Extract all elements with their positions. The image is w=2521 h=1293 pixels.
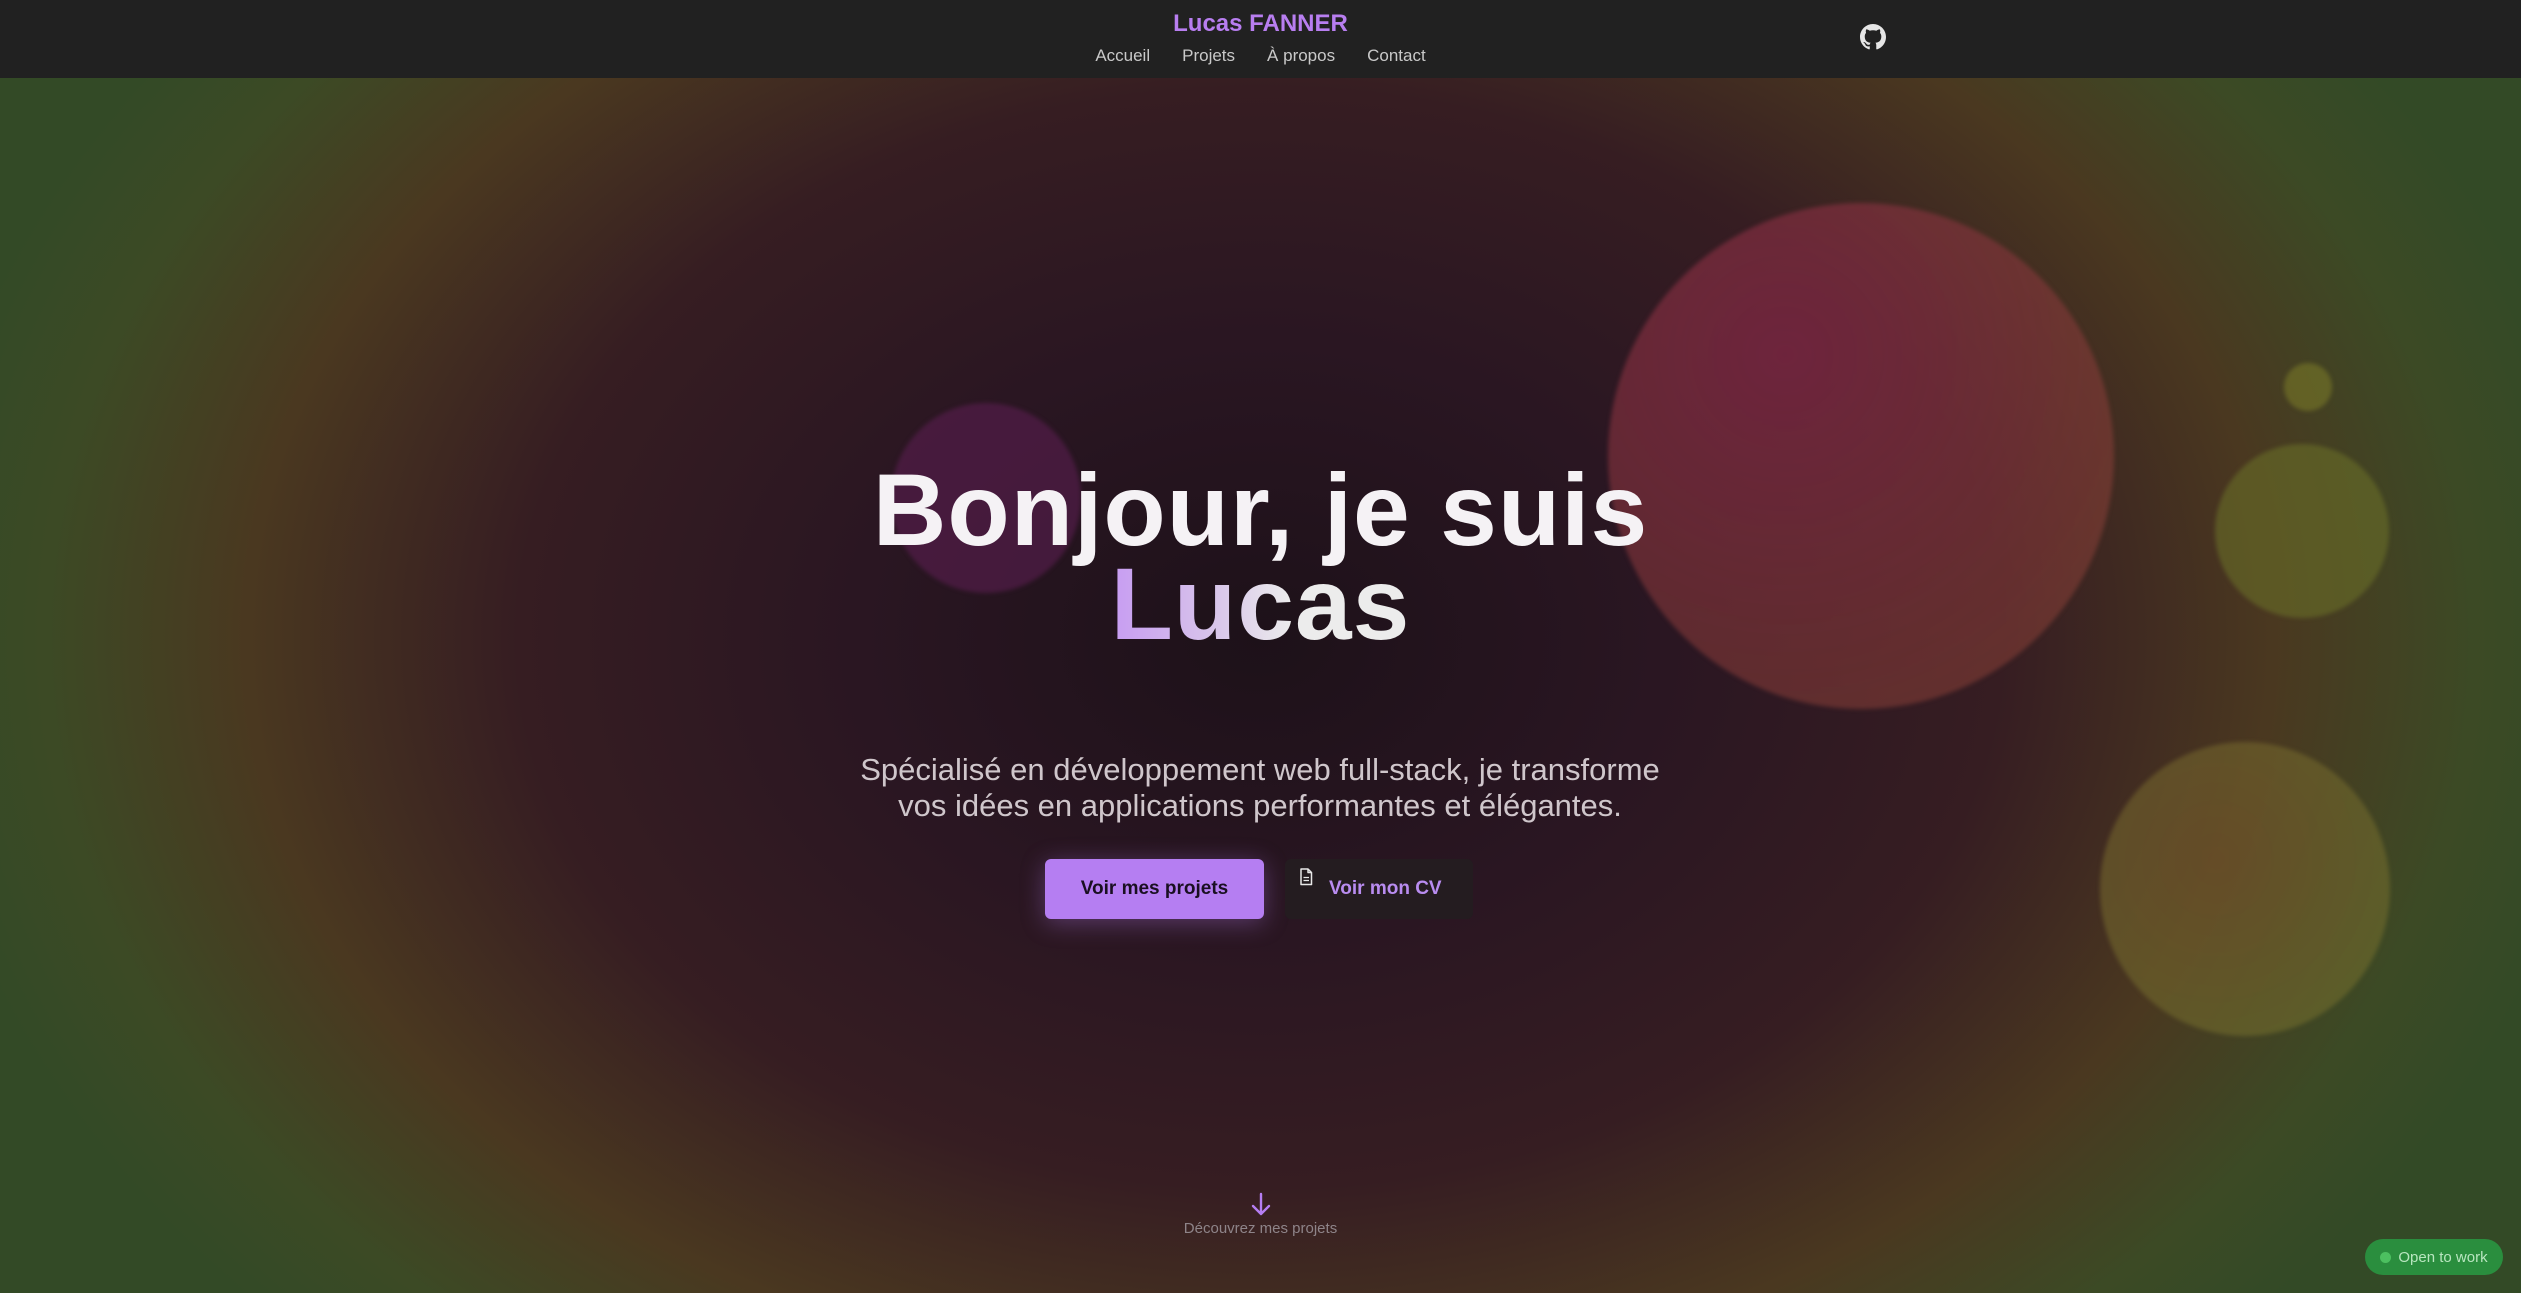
main-nav: Accueil Projets À propos Contact (0, 44, 2521, 68)
nav-link-accueil[interactable]: Accueil (1095, 44, 1150, 68)
view-cv-button[interactable]: Voir mon CV (1285, 859, 1473, 919)
hero-title: Bonjour, je suis Lucas (0, 459, 2521, 655)
view-cv-label: Voir mon CV (1329, 878, 1442, 899)
page: Lucas FANNER Accueil Projets À propos Co… (0, 0, 2521, 1293)
hero-subtitle-line1: Spécialisé en développement web full-sta… (860, 752, 1660, 787)
site-header: Lucas FANNER Accueil Projets À propos Co… (0, 0, 2521, 78)
hero-subtitle-line2: vos idées en applications performantes e… (898, 788, 1622, 823)
nav-link-projets[interactable]: Projets (1182, 44, 1235, 68)
hero-title-name: Lucas (1110, 547, 1411, 661)
open-to-work-badge[interactable]: Open to work (2365, 1239, 2503, 1275)
status-dot-icon (2380, 1251, 2392, 1263)
nav-link-a-propos[interactable]: À propos (1267, 44, 1335, 68)
decorative-blob (2100, 742, 2390, 1036)
scroll-hint-text: Découvrez mes projets (1183, 1220, 1338, 1237)
arrow-down-icon (1250, 1192, 1272, 1218)
view-projects-button[interactable]: Voir mes projets (1045, 859, 1264, 919)
decorative-blob (2284, 363, 2332, 411)
nav-link-contact[interactable]: Contact (1367, 44, 1426, 68)
hero-subtitle: Spécialisé en développement web full-sta… (760, 752, 1760, 824)
brand-logo-text[interactable]: Lucas FANNER (0, 8, 2521, 40)
github-icon[interactable] (1860, 24, 1886, 50)
file-icon (1299, 868, 1313, 886)
hero-section (0, 78, 2521, 1293)
scroll-hint[interactable]: Découvrez mes projets (0, 1192, 2521, 1237)
open-to-work-label: Open to work (2398, 1248, 2488, 1266)
